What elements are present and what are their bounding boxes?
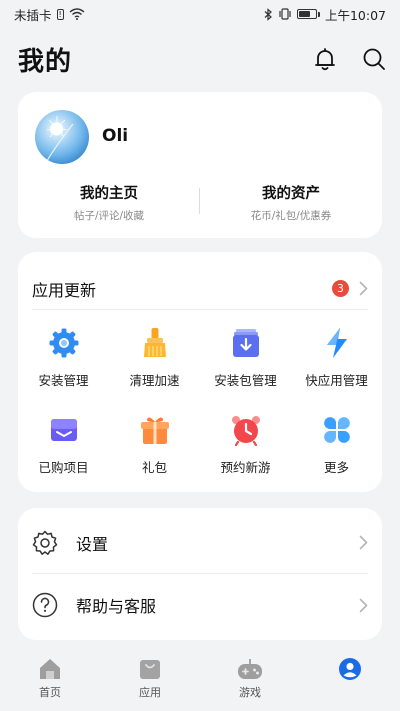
my-assets-link[interactable]: 我的资产 花币/礼包/优惠券	[200, 182, 382, 223]
grid-item-label: 预约新游	[220, 460, 271, 475]
page-header: 我的	[18, 38, 386, 80]
help-support-label: 帮助与客服	[76, 597, 157, 616]
my-homepage-subtitle: 帖子/评论/收藏	[73, 210, 145, 222]
my-assets-subtitle: 花币/礼包/优惠券	[250, 210, 332, 222]
my-assets-title: 我的资产	[262, 186, 320, 202]
grid-item-more[interactable]: 更多	[291, 413, 382, 476]
purchased-icon	[50, 419, 77, 441]
grid-item-reserve-games[interactable]: 预约新游	[200, 413, 291, 476]
wifi-icon	[69, 8, 85, 20]
nav-item-games[interactable]: 游戏	[200, 649, 300, 711]
profile-card: Oli 我的主页 帖子/评论/收藏 我的资产 花币/礼包/优惠券	[18, 92, 382, 238]
bottom-nav: 首页 应用 游戏	[0, 649, 400, 711]
gift-icon	[140, 417, 169, 444]
home-icon	[40, 659, 60, 679]
settings-card: 设置 帮助与客服	[18, 508, 382, 640]
no-sim-icon: !	[56, 8, 64, 20]
page-title: 我的	[18, 46, 73, 77]
settings-gear-icon	[32, 530, 58, 555]
battery-icon	[296, 9, 320, 19]
clock-text: 上午10:07	[324, 7, 386, 23]
chevron-right-icon	[359, 535, 368, 550]
grid-item-label: 已购项目	[38, 460, 89, 475]
lightning-icon	[326, 328, 347, 358]
package-download-icon	[232, 329, 259, 357]
grid-item-package-manage[interactable]: 安装包管理	[200, 326, 291, 389]
grid-item-install-manage[interactable]: 安装管理	[18, 326, 109, 389]
bell-icon[interactable]	[314, 47, 336, 71]
dandelion-avatar-image	[44, 116, 74, 164]
user-name[interactable]: Oli	[102, 126, 128, 146]
help-question-icon	[32, 592, 58, 618]
grid-item-label: 清理加速	[129, 373, 180, 388]
nav-item-home[interactable]: 首页	[0, 649, 100, 711]
profile-icon	[339, 658, 361, 680]
alarm-clock-icon	[231, 416, 260, 446]
nav-item-profile[interactable]	[300, 649, 400, 711]
grid-item-quick-app-manage[interactable]: 快应用管理	[291, 326, 382, 389]
more-petals-icon	[323, 417, 350, 443]
my-homepage-link[interactable]: 我的主页 帖子/评论/收藏	[18, 182, 200, 223]
my-homepage-title: 我的主页	[80, 186, 138, 202]
help-support-row[interactable]: 帮助与客服	[32, 574, 368, 636]
grid-item-label: 安装管理	[38, 373, 89, 388]
app-bag-icon	[140, 660, 160, 679]
nav-label: 应用	[139, 686, 161, 699]
gamepad-icon	[238, 659, 262, 679]
app-update-title: 应用更新	[32, 280, 97, 300]
status-bar: 未插卡 ! 上午10:07	[0, 0, 400, 28]
settings-row[interactable]: 设置	[32, 512, 368, 574]
settings-label: 设置	[76, 534, 109, 554]
chevron-right-icon	[359, 281, 368, 296]
chevron-right-icon	[359, 598, 368, 612]
grid-item-purchased[interactable]: 已购项目	[18, 413, 109, 476]
gear-icon	[49, 328, 78, 358]
vibrate-icon	[279, 8, 291, 20]
nav-item-apps[interactable]: 应用	[100, 649, 200, 711]
app-update-row[interactable]: 应用更新 3	[32, 268, 368, 310]
grid-item-label: 礼包	[141, 460, 167, 475]
carrier-text: 未插卡	[14, 7, 52, 23]
grid-item-gift[interactable]: 礼包	[109, 413, 200, 476]
nav-label: 游戏	[239, 686, 261, 699]
app-service-grid: 安装管理 清理加速 安装包管理 快应用管理 已购项目 礼包 预约新游 更多	[18, 326, 382, 476]
update-count-badge: 3	[332, 280, 349, 297]
search-icon[interactable]	[362, 47, 386, 71]
bluetooth-icon	[264, 7, 272, 21]
grid-item-cleanup[interactable]: 清理加速	[109, 326, 200, 389]
nav-label: 首页	[39, 686, 61, 699]
profile-divider	[199, 188, 200, 214]
grid-item-label: 安装包管理	[214, 373, 277, 388]
broom-icon	[143, 328, 166, 357]
avatar[interactable]	[35, 110, 89, 164]
app-services-card: 应用更新 3 安装管理 清理加速 安装包管理 快应用管理 已购项目 礼包 预约新…	[18, 252, 382, 492]
grid-item-label: 更多	[323, 460, 349, 475]
grid-item-label: 快应用管理	[305, 373, 368, 388]
